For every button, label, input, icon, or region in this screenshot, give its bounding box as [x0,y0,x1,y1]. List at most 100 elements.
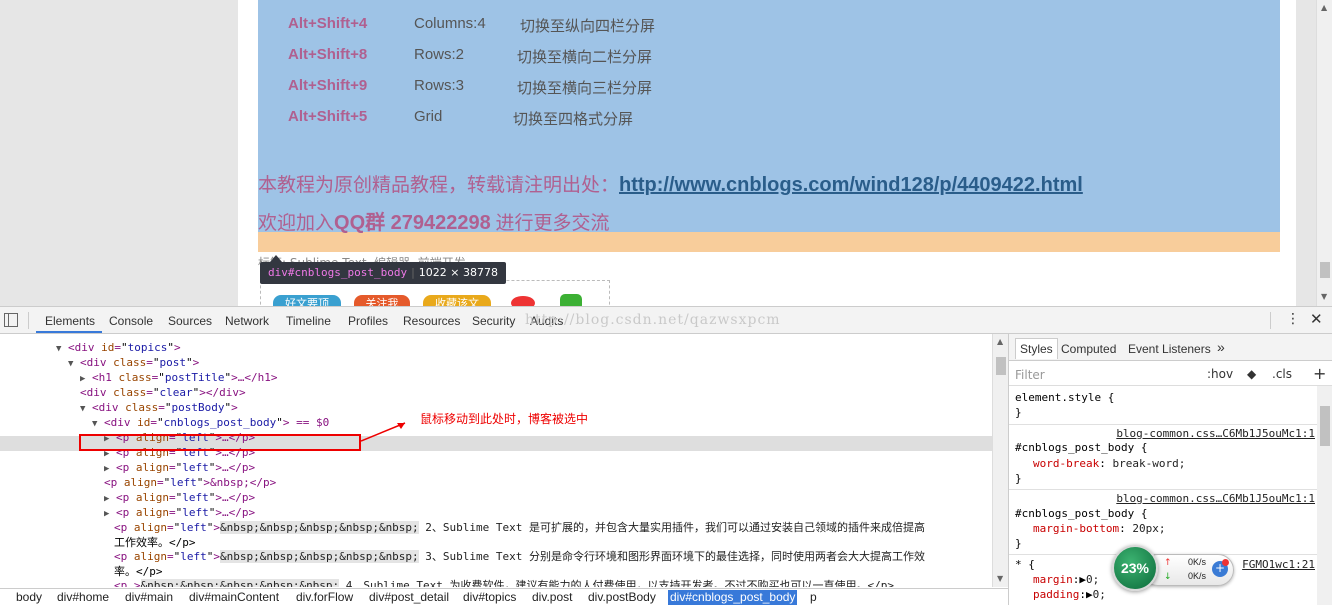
node-attr-value: clear [159,386,193,399]
node-tag: div [110,416,131,429]
breadcrumb-item[interactable]: div.forFlow [294,590,355,605]
dom-node-line[interactable]: ▶ <p align="left">…</p> [104,505,255,520]
follow-button[interactable]: 关注我 [354,295,410,306]
page-scrollbar[interactable]: ▲ ▼ [1316,0,1332,306]
tab-security[interactable]: Security [472,314,515,328]
breadcrumb-item[interactable]: div#cnblogs_post_body [668,590,798,605]
breadcrumb-item[interactable]: body [14,590,44,605]
dom-node-line-wrap: 率。</p> [114,565,163,578]
expand-toggle-icon[interactable]: ▶ [104,464,109,474]
node-tag: div [86,386,107,399]
dom-node-line[interactable]: <div class="clear"></div> [80,385,246,400]
breadcrumb-item[interactable]: p [808,590,819,605]
network-speed-widget[interactable]: 23% ↑ ↓ 0K/s 0K/s + [1112,545,1234,593]
node-tag: h1 [98,371,112,384]
expand-toggle-icon[interactable]: ▶ [80,374,85,384]
dom-node-line[interactable]: <p align="left">&nbsp;</p> [104,475,276,490]
dom-node-line[interactable]: ▼ <div class="postBody"> [80,400,238,415]
styles-scrollbar[interactable] [1317,386,1332,605]
rule-declaration[interactable]: padding:▶0; [1033,588,1106,602]
breadcrumb-item[interactable]: div#home [55,590,111,605]
more-options-icon[interactable]: ⋮ [1286,311,1300,327]
tab-profiles[interactable]: Profiles [348,314,388,328]
breadcrumb-item[interactable]: div.post [530,590,574,605]
welcome-line: 欢迎加入QQ群 279422298 进行更多交流 [258,206,610,235]
node-tail: ></div> [199,386,246,399]
scroll-up-icon[interactable]: ▲ [997,337,1003,346]
expand-toggle-icon[interactable]: ▼ [68,359,73,369]
expand-toggle-icon[interactable]: ▶ [104,494,109,504]
highlighted-post-body[interactable] [258,0,1280,232]
tab-computed[interactable]: Computed [1061,342,1116,356]
rule-selector[interactable]: #cnblogs_post_body { [1015,441,1147,455]
dom-node-line[interactable]: ▼ <div id="cnblogs_post_body"> == $0 [92,415,329,430]
dom-node-line[interactable]: ▶ <h1 class="postTitle">…</h1> [80,370,278,385]
rule-selector[interactable]: * { [1015,558,1035,572]
notice-link[interactable]: http://www.cnblogs.com/wind128/p/4409422… [619,174,1083,196]
tooltip-size: 1022 × 38778 [418,266,498,279]
breadcrumb-item[interactable]: div#post_detail [367,590,451,605]
tab-styles[interactable]: Styles [1015,338,1058,359]
node-attr-value: postTitle [164,371,225,384]
tab-console[interactable]: Console [109,314,153,328]
breadcrumb-item[interactable]: div#mainContent [187,590,281,605]
recommend-button[interactable]: 好文要顶 [273,295,341,306]
breadcrumb-item[interactable]: div.postBody [586,590,658,605]
memory-usage-gauge[interactable]: 23% [1112,545,1158,591]
weibo-icon[interactable] [511,296,535,306]
node-tail: > == $0 [282,416,330,429]
element-style-selector[interactable]: element.style { [1015,391,1114,405]
close-icon[interactable]: ✕ [1310,310,1323,328]
rule-source-link[interactable]: blog-common.css…C6Mb1J5ouMc1:1 [1116,492,1315,505]
rule-source-link[interactable]: blog-common.css…C6Mb1J5ouMc1:1 [1116,427,1315,440]
scroll-up-icon[interactable]: ▲ [1321,3,1327,12]
styles-filter-input[interactable]: Filter [1015,368,1045,382]
dom-node-line[interactable]: ▼ <div id="topics"> [56,340,181,355]
expand-toggle-icon[interactable]: ▼ [92,419,97,429]
breadcrumb-item[interactable]: div#main [123,590,175,605]
dom-node-line[interactable]: <p >&nbsp;&nbsp;&nbsp;&nbsp;&nbsp; 4、Sub… [114,578,894,587]
expand-toggle-icon[interactable]: ▼ [80,404,85,414]
rule-declaration[interactable]: margin-bottom: 20px; [1033,522,1165,536]
tab-elements[interactable]: Elements [45,314,95,328]
hover-state-toggle[interactable]: :hov [1207,367,1233,381]
dom-node-line[interactable]: ▶ <p align="left">…</p> [104,460,255,475]
rule-declaration[interactable]: word-break: break-word; [1033,457,1185,471]
tab-network[interactable]: Network [225,314,269,328]
scroll-down-icon[interactable]: ▼ [1321,292,1327,301]
tab-timeline[interactable]: Timeline [286,314,331,328]
node-tail: >&nbsp;</p> [203,476,277,489]
elements-scrollbar[interactable]: ▲ ▼ [992,334,1008,587]
dom-node-line[interactable]: ▼ <div class="post"> [68,355,199,370]
node-attr-name: id [101,341,115,354]
new-rule-icon[interactable]: + [1313,364,1326,383]
page-right-gutter [1296,0,1316,306]
wechat-icon[interactable] [560,294,582,306]
dom-node-line[interactable]: <p align="left">&nbsp;&nbsp;&nbsp;&nbsp;… [114,549,925,564]
elements-scrollbar-thumb[interactable] [996,357,1006,375]
page-scrollbar-thumb[interactable] [1320,262,1330,278]
tab-event-listeners[interactable]: Event Listeners [1128,342,1211,356]
nbsp-entities: &nbsp;&nbsp;&nbsp;&nbsp;&nbsp; [220,550,419,563]
styles-scrollbar-thumb[interactable] [1320,406,1330,446]
breadcrumb: body div#home div#main div#mainContent div.f… [0,588,1008,605]
rule-close: } [1015,537,1022,550]
more-tabs-icon[interactable]: » [1217,339,1225,355]
dock-side-icon[interactable] [4,313,18,327]
tab-resources[interactable]: Resources [403,314,460,328]
styles-filter-bar: Filter :hov ◆ .cls + [1009,362,1332,386]
rule-source-link[interactable]: FGMO1wc1:21 [1242,558,1315,571]
favorite-button[interactable]: 收藏该文 [423,295,491,306]
node-attr-value: left [182,506,209,519]
scroll-down-icon[interactable]: ▼ [997,574,1003,583]
tab-sources[interactable]: Sources [168,314,212,328]
class-toggle[interactable]: .cls [1272,367,1292,381]
rule-selector[interactable]: #cnblogs_post_body { [1015,507,1147,521]
rule-declaration[interactable]: margin:▶0; [1033,573,1099,587]
element-state-icon[interactable]: ◆ [1247,367,1256,381]
dom-node-line[interactable]: <p align="left">&nbsp;&nbsp;&nbsp;&nbsp;… [114,520,925,535]
breadcrumb-item[interactable]: div#topics [461,590,518,605]
expand-toggle-icon[interactable]: ▶ [104,509,109,519]
dom-node-line[interactable]: ▶ <p align="left">…</p> [104,490,255,505]
expand-toggle-icon[interactable]: ▼ [56,344,61,354]
